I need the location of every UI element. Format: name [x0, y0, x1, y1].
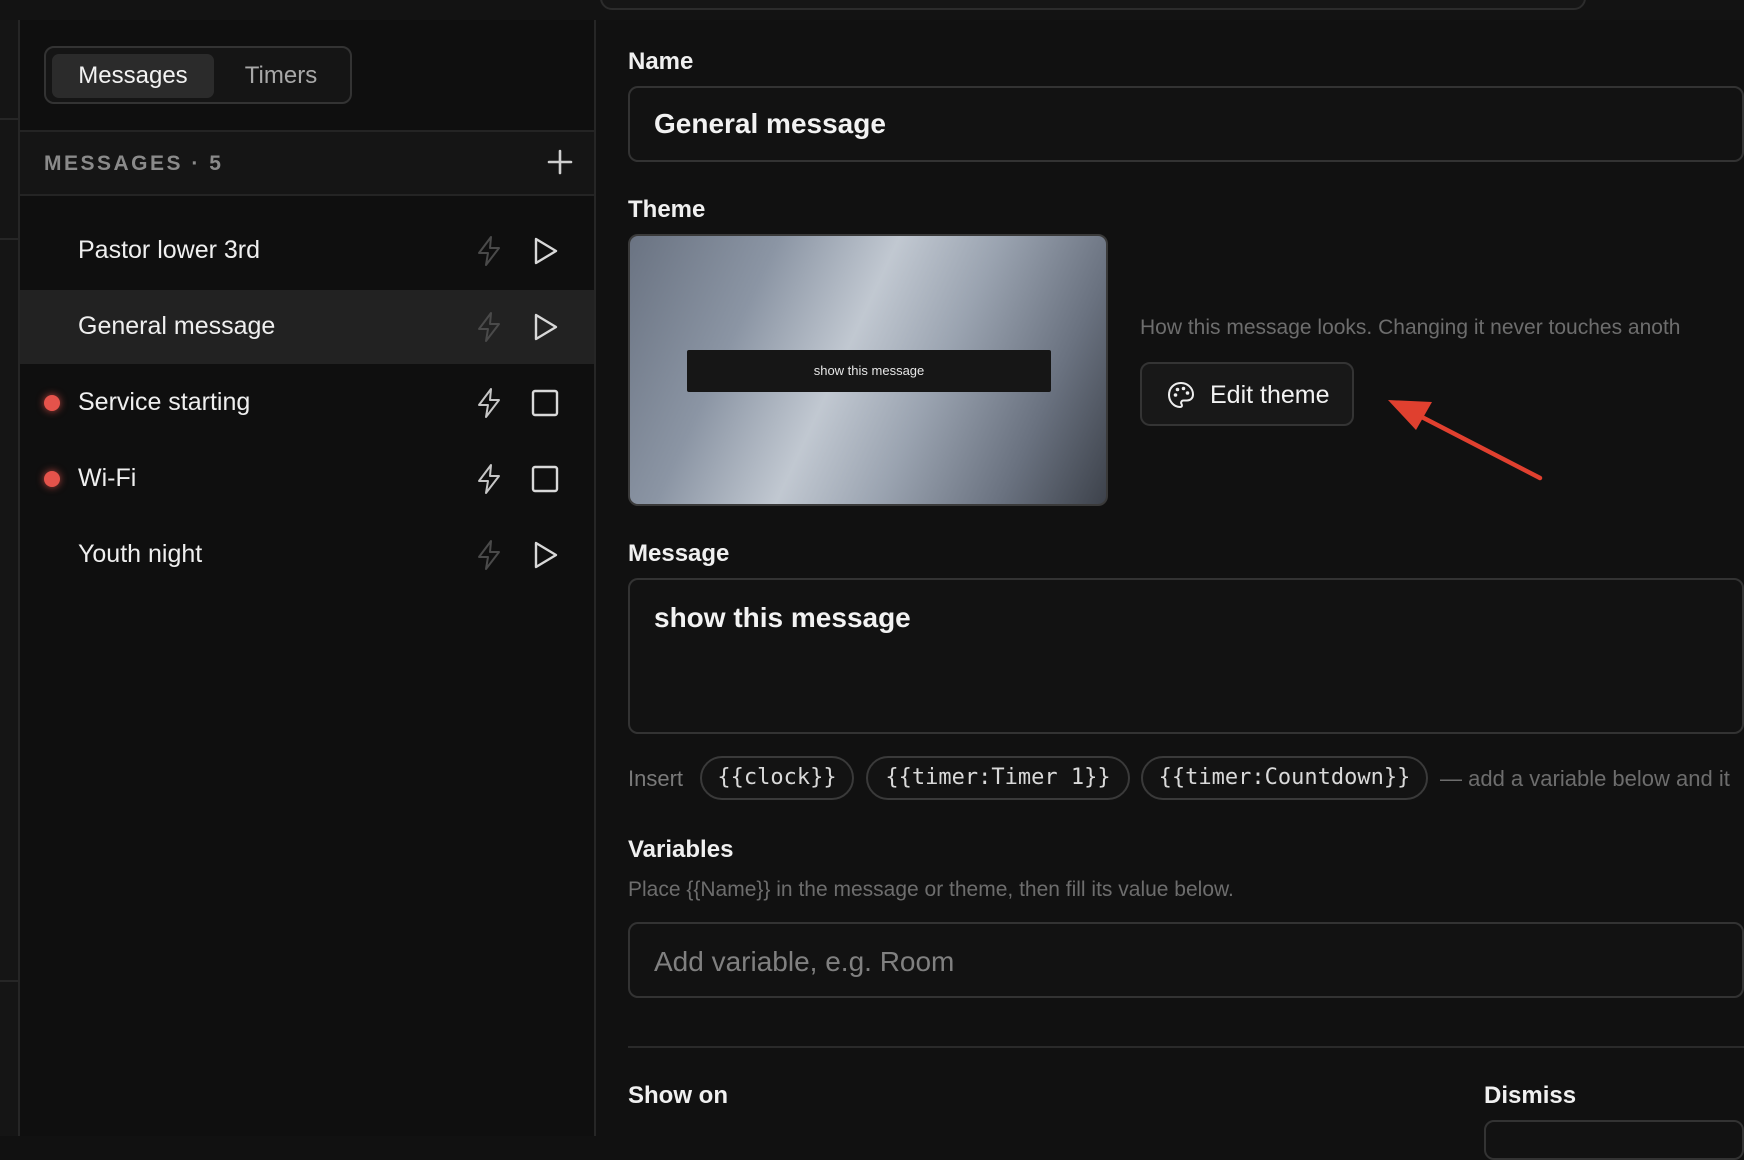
message-list-item-label: General message [78, 312, 276, 340]
edit-theme-label: Edit theme [1210, 381, 1330, 409]
play-icon[interactable] [528, 538, 562, 572]
theme-preview-text: show this message [687, 350, 1051, 392]
plus-icon [547, 149, 573, 175]
bolt-icon[interactable] [472, 386, 506, 420]
add-variable-input[interactable]: Add variable, e.g. Room [628, 922, 1744, 998]
message-list-item[interactable]: Pastor lower 3rd [20, 214, 594, 288]
messages-count-label: MESSAGES · 5 [44, 152, 224, 175]
name-input[interactable]: General message [628, 86, 1744, 162]
play-icon[interactable] [528, 310, 562, 344]
insert-chip-clock[interactable]: {{clock}} [700, 756, 854, 800]
variables-label: Variables [628, 836, 734, 863]
live-indicator-dot [44, 471, 60, 487]
message-list-item[interactable]: General message [20, 290, 594, 364]
name-input-value: General message [654, 108, 886, 139]
message-list-item-label: Pastor lower 3rd [78, 236, 261, 264]
insert-chip-timer-1[interactable]: {{timer:Timer 1}} [866, 756, 1130, 800]
bolt-icon[interactable] [472, 462, 506, 496]
show-on-label: Show on [628, 1082, 728, 1109]
edit-theme-button[interactable]: Edit theme [1140, 362, 1354, 426]
view-switcher: Messages Timers [44, 46, 352, 104]
left-rail [0, 20, 20, 1136]
dismiss-select[interactable] [1484, 1120, 1744, 1160]
message-textarea-value: show this message [654, 602, 911, 633]
tab-timers[interactable]: Timers [222, 54, 340, 98]
top-bar-field[interactable] [600, 0, 1586, 10]
annotation-arrow-icon [1388, 400, 1543, 481]
bolt-icon[interactable] [472, 310, 506, 344]
message-list-item[interactable]: Service starting [20, 366, 594, 440]
theme-preview[interactable]: show this message [628, 234, 1108, 506]
dismiss-label: Dismiss [1484, 1082, 1577, 1109]
message-list-item-label: Youth night [78, 540, 203, 568]
rail-divider [0, 238, 18, 240]
name-label: Name [628, 48, 694, 75]
add-message-button[interactable] [540, 142, 580, 182]
rail-divider [0, 980, 18, 982]
tab-messages[interactable]: Messages [52, 54, 214, 98]
message-list-item-label: Service starting [78, 388, 251, 416]
insert-label: Insert [628, 766, 684, 791]
insert-hint: — add a variable below and it [1440, 766, 1730, 791]
stop-icon[interactable] [528, 386, 562, 420]
message-textarea[interactable]: show this message [628, 578, 1744, 734]
rail-divider [0, 118, 18, 120]
live-indicator-dot [44, 395, 60, 411]
message-list-item-label: Wi-Fi [78, 464, 137, 492]
add-variable-placeholder: Add variable, e.g. Room [654, 946, 955, 977]
palette-icon [1167, 381, 1195, 409]
theme-description: How this message looks. Changing it neve… [1140, 316, 1681, 339]
message-label: Message [628, 540, 730, 567]
insert-chip-countdown[interactable]: {{timer:Countdown}} [1141, 756, 1428, 800]
messages-list-header: MESSAGES · 5 [20, 130, 594, 196]
theme-label: Theme [628, 196, 706, 223]
bolt-icon[interactable] [472, 538, 506, 572]
message-list-item[interactable]: Wi-Fi [20, 442, 594, 516]
message-list-item[interactable]: Youth night [20, 518, 594, 592]
stop-icon[interactable] [528, 462, 562, 496]
bolt-icon[interactable] [472, 234, 506, 268]
section-divider [628, 1046, 1744, 1048]
variables-description: Place {{Name}} in the message or theme, … [628, 878, 1234, 901]
play-icon[interactable] [528, 234, 562, 268]
